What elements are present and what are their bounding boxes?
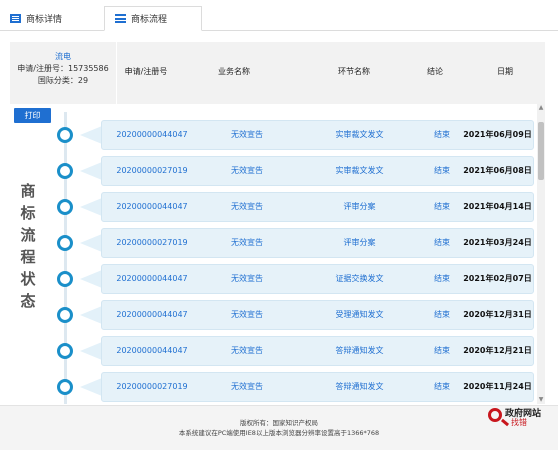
footer: 版权所有：国家知识产权局 本系统建议在PC端使用IE8以上版本浏览器分辨率设置高… [0, 405, 558, 450]
cell-business: 无效宣告 [231, 310, 263, 319]
timeline-node-icon [57, 307, 73, 323]
process-card: 20200000044047 无效宣告 证据交换发文 结束 2021年02月07… [101, 264, 534, 294]
tab-label: 商标流程 [131, 15, 168, 25]
cell-business: 无效宣告 [231, 346, 263, 355]
pointer-arrow [80, 126, 102, 144]
cell-reg-number[interactable]: 20200000044047 [102, 121, 202, 149]
pointer-arrow [80, 198, 102, 216]
cell-business: 无效宣告 [231, 274, 263, 283]
cell-reg-number[interactable]: 20200000044047 [102, 301, 202, 329]
column-header-node: 环节名称 [338, 67, 370, 76]
cell-reg-number[interactable]: 20200000044047 [102, 337, 202, 365]
column-header-reg-number: 申请/注册号 [124, 67, 168, 76]
pointer-arrow [80, 342, 102, 360]
cell-reg-number[interactable]: 20200000044047 [102, 265, 202, 293]
cell-reg-number[interactable]: 20200000027019 [102, 373, 202, 401]
table-row: 20200000027019 无效宣告 答辩通知发文 结束 2020年11月24… [0, 369, 535, 405]
table-row: 20200000044047 无效宣告 答辩通知发文 结束 2020年12月21… [0, 333, 535, 369]
timeline-node-icon [57, 271, 73, 287]
browser-recommendation-text: 本系统建议在PC端使用IE8以上版本浏览器分辨率设置高于1366*768 [178, 429, 380, 437]
table-header: 流电 申请/注册号：15735586 国际分类：29 申请/注册号 业务名称 环… [10, 42, 545, 104]
tab-bar: 商标详情 商标流程 [0, 0, 558, 31]
tab-label: 商标详情 [26, 14, 63, 25]
cell-reg-number[interactable]: 20200000044047 [102, 193, 202, 221]
cell-date: 2021年02月07日 [463, 274, 532, 283]
cell-business: 无效宣告 [231, 202, 263, 211]
table-row: 20200000044047 无效宣告 实审裁文发文 结束 2021年06月09… [0, 117, 535, 153]
timeline-node-icon [57, 199, 73, 215]
timeline-node-icon [57, 235, 73, 251]
cell-date: 2021年03月24日 [463, 238, 532, 247]
cell-date: 2020年12月31日 [463, 310, 532, 319]
timeline-node-icon [57, 343, 73, 359]
tab-trademark-details[interactable]: 商标详情 [0, 6, 94, 30]
scroll-down-arrow-icon[interactable]: ▼ [538, 396, 544, 403]
timeline-node-icon [57, 163, 73, 179]
gov-site-error-report-link[interactable]: 政府网站 找错 [486, 404, 544, 430]
list-icon [10, 13, 21, 23]
trademark-info: 流电 申请/注册号：15735586 国际分类：29 [10, 42, 117, 104]
cell-date: 2021年04月14日 [463, 202, 532, 211]
cell-business: 无效宣告 [231, 166, 263, 175]
column-header-date: 日期 [497, 67, 513, 76]
table-row: 20200000044047 无效宣告 受理通知发文 结束 2020年12月31… [0, 297, 535, 333]
tab-trademark-process[interactable]: 商标流程 [104, 6, 202, 31]
pointer-arrow [80, 234, 102, 252]
cell-date: 2021年06月09日 [463, 130, 532, 139]
cell-reg-number[interactable]: 20200000027019 [102, 229, 202, 257]
find-error-label: 找错 [511, 418, 527, 427]
scroll-up-arrow-icon[interactable]: ▲ [538, 104, 544, 111]
timeline-node-icon [57, 127, 73, 143]
pointer-arrow [80, 270, 102, 288]
process-card: 20200000044047 无效宣告 实审裁文发文 结束 2021年06月09… [101, 120, 534, 150]
cell-business: 无效宣告 [231, 382, 263, 391]
cell-date: 2020年11月24日 [463, 382, 532, 391]
pointer-arrow [80, 162, 102, 180]
magnifier-icon [488, 408, 502, 422]
process-card: 20200000027019 无效宣告 评审分案 结束 2021年03月24日 [101, 228, 534, 258]
process-card: 20200000027019 无效宣告 答辩通知发文 结束 2020年11月24… [101, 372, 534, 402]
copyright-text: 版权所有：国家知识产权局 [240, 419, 318, 427]
table-row: 20200000027019 无效宣告 实审裁文发文 结束 2021年06月08… [0, 153, 535, 189]
table-row: 20200000044047 无效宣告 评审分案 结束 2021年04月14日 [0, 189, 535, 225]
timeline-node-icon [57, 379, 73, 395]
table-row: 20200000027019 无效宣告 评审分案 结束 2021年03月24日 [0, 225, 535, 261]
cell-reg-number[interactable]: 20200000027019 [102, 157, 202, 185]
pointer-arrow [80, 378, 102, 396]
registration-number: 申请/注册号：15735586 [17, 64, 109, 73]
process-card: 20200000044047 无效宣告 评审分案 结束 2021年04月14日 [101, 192, 534, 222]
trademark-name: 流电 [55, 52, 71, 61]
cell-business: 无效宣告 [231, 238, 263, 247]
flow-icon [115, 14, 126, 23]
cell-date: 2021年06月08日 [463, 166, 532, 175]
scroll-thumb[interactable] [538, 122, 544, 180]
table-row: 20200000044047 无效宣告 证据交换发文 结束 2021年02月07… [0, 261, 535, 297]
international-class: 国际分类：29 [37, 76, 89, 85]
process-card: 20200000044047 无效宣告 答辩通知发文 结束 2020年12月21… [101, 336, 534, 366]
cell-date: 2020年12月21日 [463, 346, 532, 355]
process-card: 20200000027019 无效宣告 实审裁文发文 结束 2021年06月08… [101, 156, 534, 186]
column-header-business: 业务名称 [218, 67, 250, 76]
pointer-arrow [80, 306, 102, 324]
process-card: 20200000044047 无效宣告 受理通知发文 结束 2020年12月31… [101, 300, 534, 330]
column-header-result: 结论 [427, 67, 443, 76]
vertical-scrollbar[interactable]: ▲ ▼ [537, 104, 545, 404]
cell-business: 无效宣告 [231, 130, 263, 139]
